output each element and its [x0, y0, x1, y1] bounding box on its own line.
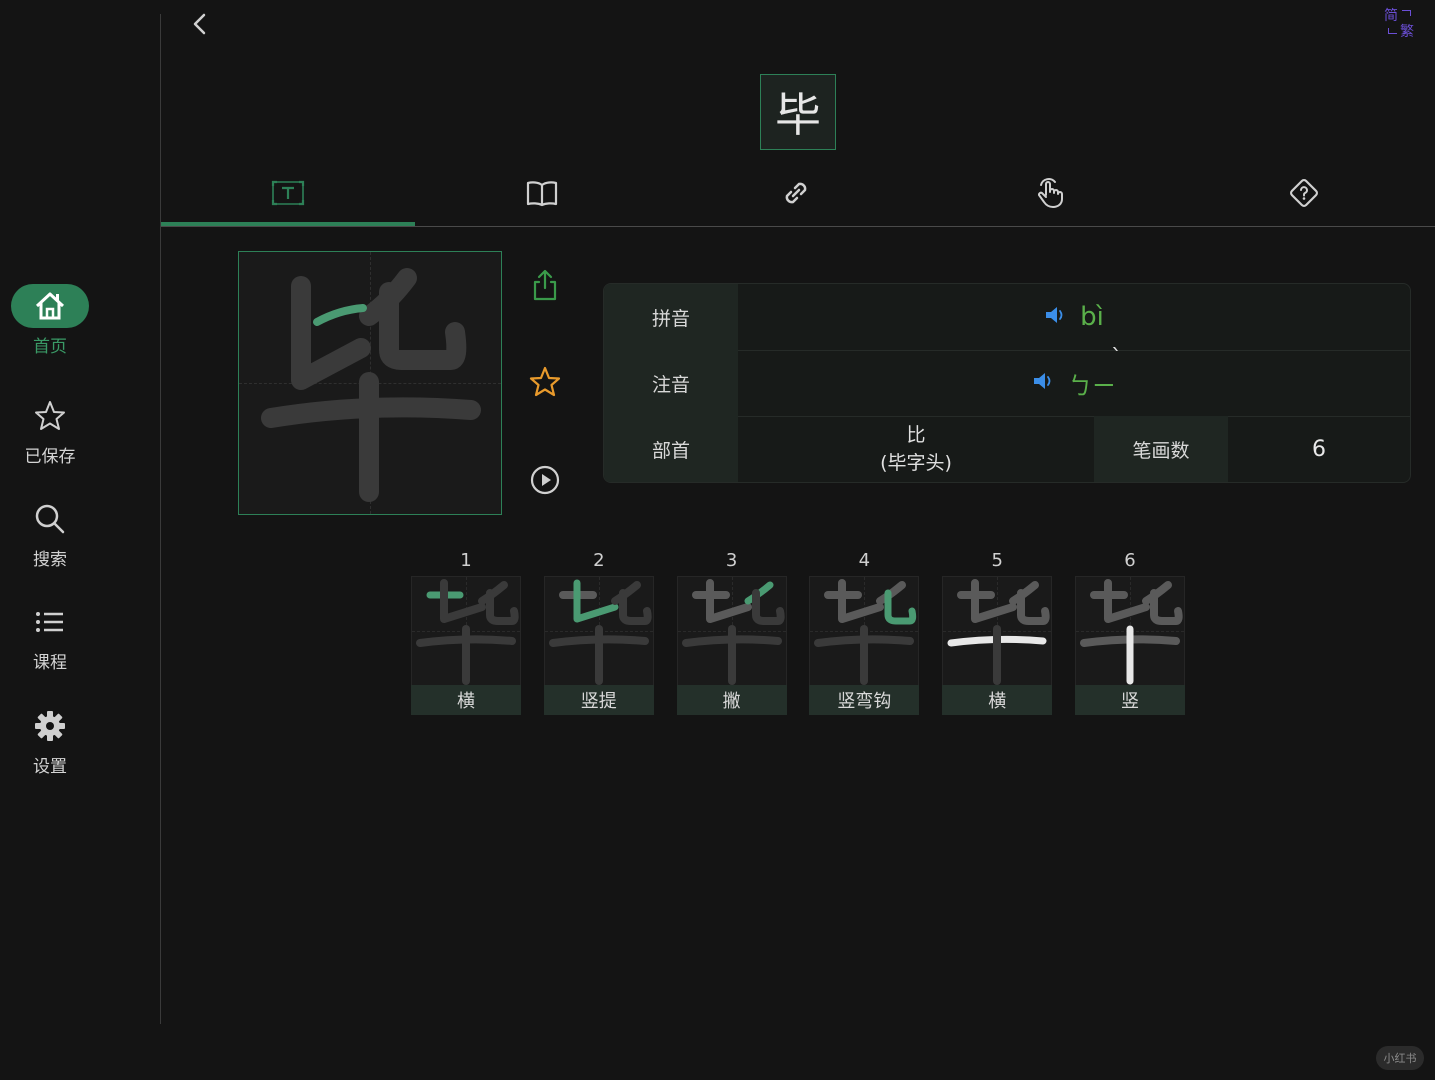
zhuyin-symbols: ㄅㄧ [1068, 371, 1116, 400]
zhuyin-cell: ㄅㄧ ˋ [738, 346, 1410, 416]
nav-saved[interactable]: 已保存 [0, 394, 100, 467]
toggle-corner-icon [1402, 10, 1411, 16]
stroke-number: 6 [1124, 550, 1136, 571]
link-icon [785, 182, 807, 204]
hand-pointer-icon [1038, 178, 1063, 208]
stroke-name: 竖弯钩 [809, 685, 920, 715]
favorite-button[interactable] [525, 362, 565, 402]
nav-settings[interactable]: 设置 [0, 704, 100, 777]
stroke-cell [809, 576, 920, 686]
radical-note: (毕字头) [880, 452, 952, 474]
zhuyin-label: 注音 [604, 350, 738, 416]
stroke-name: 竖 [1075, 685, 1185, 715]
tab-divider [161, 226, 1435, 227]
play-circle-icon [530, 465, 560, 495]
play-animation-button[interactable] [525, 460, 565, 500]
traditional-label: 繁 [1400, 24, 1414, 40]
stroke-animation-canvas[interactable] [238, 251, 502, 515]
stroke-glyph [814, 579, 917, 685]
stroke-cell [942, 576, 1053, 686]
pinyin-cell: bì [738, 284, 1410, 350]
stroke-cell [411, 576, 521, 686]
simplified-label: 简 [1384, 8, 1398, 24]
tab-words[interactable] [669, 160, 923, 226]
share-button[interactable] [525, 265, 565, 305]
sidebar: 首页 已保存 搜索 课程 设置 [0, 0, 160, 1080]
tab-writing[interactable] [923, 160, 1177, 226]
search-icon [11, 497, 89, 541]
radical-cell: 比 (毕字头) [738, 416, 1094, 482]
strokes-label: 笔画数 [1094, 416, 1228, 482]
stroke-item[interactable]: 2 竖提 [543, 550, 654, 716]
nav-home-label: 首页 [33, 337, 67, 357]
star-icon [529, 366, 561, 397]
stroke-name: 竖提 [543, 685, 654, 715]
stroke-cell [543, 576, 654, 686]
pinyin-value: bì [1080, 302, 1104, 332]
stroke-number: 3 [725, 550, 738, 571]
book-icon [526, 181, 558, 207]
zhuyin-value: ㄅㄧ ˋ [1068, 346, 1122, 401]
nav-courses[interactable]: 课程 [0, 600, 100, 673]
tab-overview[interactable] [161, 160, 415, 226]
home-icon [11, 284, 89, 328]
stroke-item[interactable]: 5横 [942, 550, 1053, 716]
stroke-cell [676, 576, 787, 686]
stroke-name: 撇 [676, 685, 787, 715]
stroke-number: 5 [991, 550, 1003, 571]
stroke-cell [1075, 576, 1185, 686]
stroke-glyph [416, 579, 519, 685]
speaker-icon[interactable] [1032, 370, 1056, 396]
speaker-icon[interactable] [1044, 304, 1068, 330]
character-strokes [261, 268, 481, 502]
stroke-glyph [681, 579, 785, 685]
radical-value: 比 [906, 424, 926, 446]
star-icon [11, 394, 89, 438]
strokes-cell: 6 [1228, 416, 1410, 482]
tab-quiz[interactable] [1177, 160, 1431, 226]
zhuyin-tone-mark: ˋ [1111, 345, 1122, 371]
list-icon [11, 600, 89, 644]
text-card-icon [271, 180, 305, 206]
zhuyin-row: 注音 ㄅㄧ ˋ [604, 346, 1410, 416]
nav-search[interactable]: 搜索 [0, 497, 100, 570]
stroke-glyph [1080, 579, 1183, 685]
script-toggle[interactable]: 简 繁 [1380, 6, 1420, 42]
stroke-count-value: 6 [1312, 436, 1326, 462]
stroke-number: 4 [858, 550, 871, 571]
toggle-corner-icon [1388, 28, 1397, 34]
stroke-glyph [947, 579, 1050, 685]
radical-row: 部首 比 (毕字头) 笔画数 6 [604, 416, 1410, 482]
stroke-number: 2 [593, 550, 605, 571]
pinyin-label: 拼音 [604, 284, 738, 350]
stroke-item[interactable]: 1横 [411, 550, 521, 716]
radical-label: 部首 [604, 416, 738, 482]
stroke-item[interactable]: 4 竖弯钩 [809, 550, 920, 716]
chevron-left-icon [193, 13, 206, 35]
back-button[interactable] [186, 10, 214, 38]
tab-dictionary[interactable] [415, 160, 669, 226]
nav-search-label: 搜索 [33, 550, 67, 570]
tab-bar [161, 160, 1435, 228]
watermark: 小红书 [1376, 1046, 1424, 1070]
question-diamond-icon [1290, 179, 1318, 207]
nav-settings-label: 设置 [33, 757, 67, 777]
pinyin-row: 拼音 bì [604, 284, 1410, 350]
stroke-name: 横 [942, 685, 1053, 715]
stroke-item[interactable]: 3撇 [676, 550, 787, 716]
share-icon [533, 269, 557, 301]
character-info-table: 拼音 bì 注音 ㄅㄧ ˋ 部首 比 (毕字头) 笔画数 6 [603, 283, 1411, 483]
stroke-name: 横 [411, 685, 521, 715]
stroke-number: 1 [460, 550, 472, 571]
nav-saved-label: 已保存 [24, 447, 76, 467]
header-character: 毕 [760, 74, 836, 150]
stroke-item[interactable]: 6竖 [1075, 550, 1185, 716]
nav-home[interactable]: 首页 [0, 284, 100, 357]
gear-icon [11, 704, 89, 748]
nav-courses-label: 课程 [33, 653, 67, 673]
stroke-glyph [548, 579, 652, 685]
